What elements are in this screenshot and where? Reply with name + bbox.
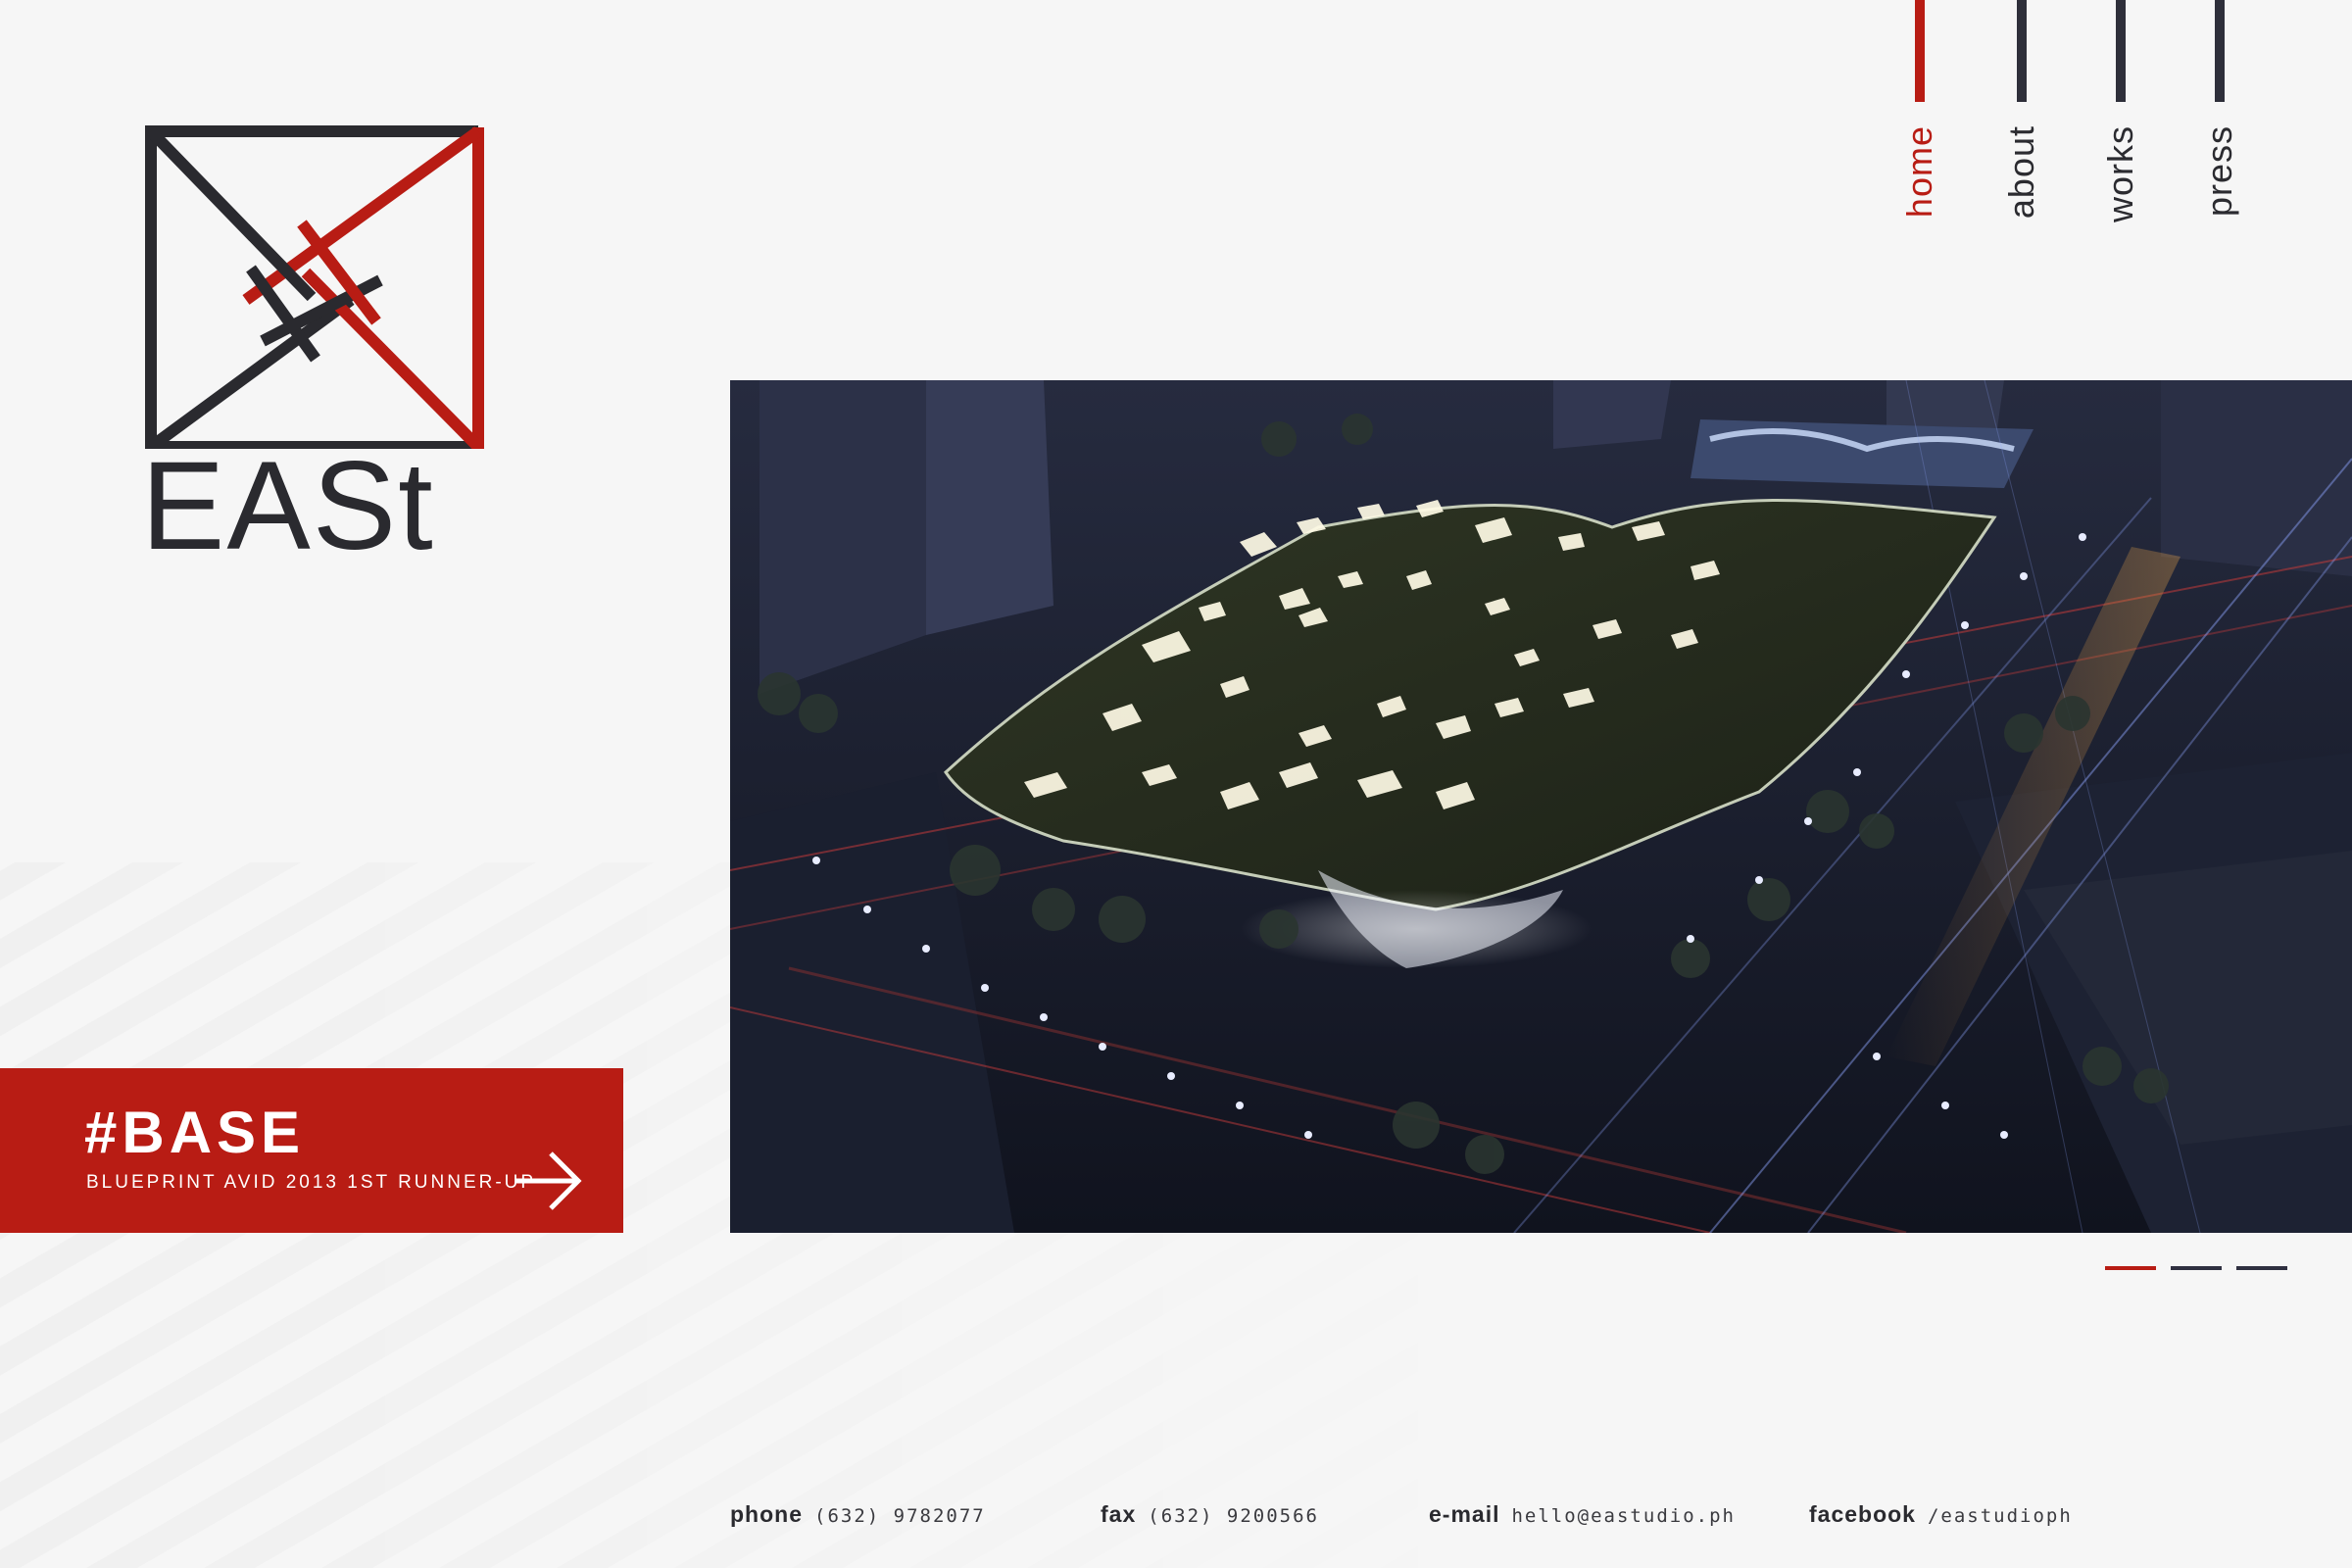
nav-label-about: about [2001,125,2041,220]
main-nav: home about works press [1889,0,2321,255]
contact-fax-value: (632) 9200566 [1148,1505,1319,1527]
nav-label-works: works [2100,125,2140,223]
nav-indicator-bar [2215,0,2225,102]
featured-project-card[interactable]: #BASE BLUEPRINT AVID 2013 1ST RUNNER-UP [0,1068,623,1233]
slider-dot-3[interactable] [2236,1266,2287,1270]
nav-item-home[interactable]: home [1889,0,1948,255]
architectural-rendering [730,380,2352,1233]
featured-project-title: #BASE [84,1100,306,1165]
page: EASt home about works press #BASE BLUEPR… [0,0,2352,1568]
featured-project-subtitle: BLUEPRINT AVID 2013 1ST RUNNER-UP [86,1172,537,1193]
contact-email-label: e-mail [1429,1501,1500,1527]
hero-image[interactable] [730,380,2352,1233]
nav-label-home: home [1899,125,1939,219]
slider-dot-2[interactable] [2171,1266,2222,1270]
contact-fax-label: fax [1101,1501,1137,1527]
nav-label-press: press [2199,125,2239,218]
slider-pagination [2105,1266,2291,1272]
nav-item-press[interactable]: press [2189,0,2248,255]
nav-item-about[interactable]: about [1991,0,2050,255]
nav-indicator-bar [2116,0,2126,102]
nav-indicator-bar [1915,0,1925,102]
contact-phone: phone (632) 9782077 [730,1501,986,1528]
contact-email-value[interactable]: hello@eastudio.ph [1511,1505,1735,1527]
contact-phone-value[interactable]: (632) 9782077 [814,1505,986,1527]
nav-item-works[interactable]: works [2090,0,2149,255]
nav-indicator-bar [2017,0,2027,102]
contact-facebook-label: facebook [1809,1501,1916,1527]
contact-facebook-value[interactable]: /eastudioph [1928,1505,2073,1527]
contact-facebook: facebook/eastudioph [1809,1501,2073,1528]
logo-wordmark: EASt [141,436,435,576]
contact-phone-label: phone [730,1501,803,1527]
logo-mark-icon [145,125,484,449]
contact-fax: fax (632) 9200566 [1101,1501,1319,1528]
logo[interactable]: EASt [141,125,484,576]
slider-dot-1[interactable] [2105,1266,2156,1270]
arrow-right-icon[interactable] [514,1150,584,1212]
contact-email: e-mail hello@eastudio.ph [1429,1501,1736,1528]
